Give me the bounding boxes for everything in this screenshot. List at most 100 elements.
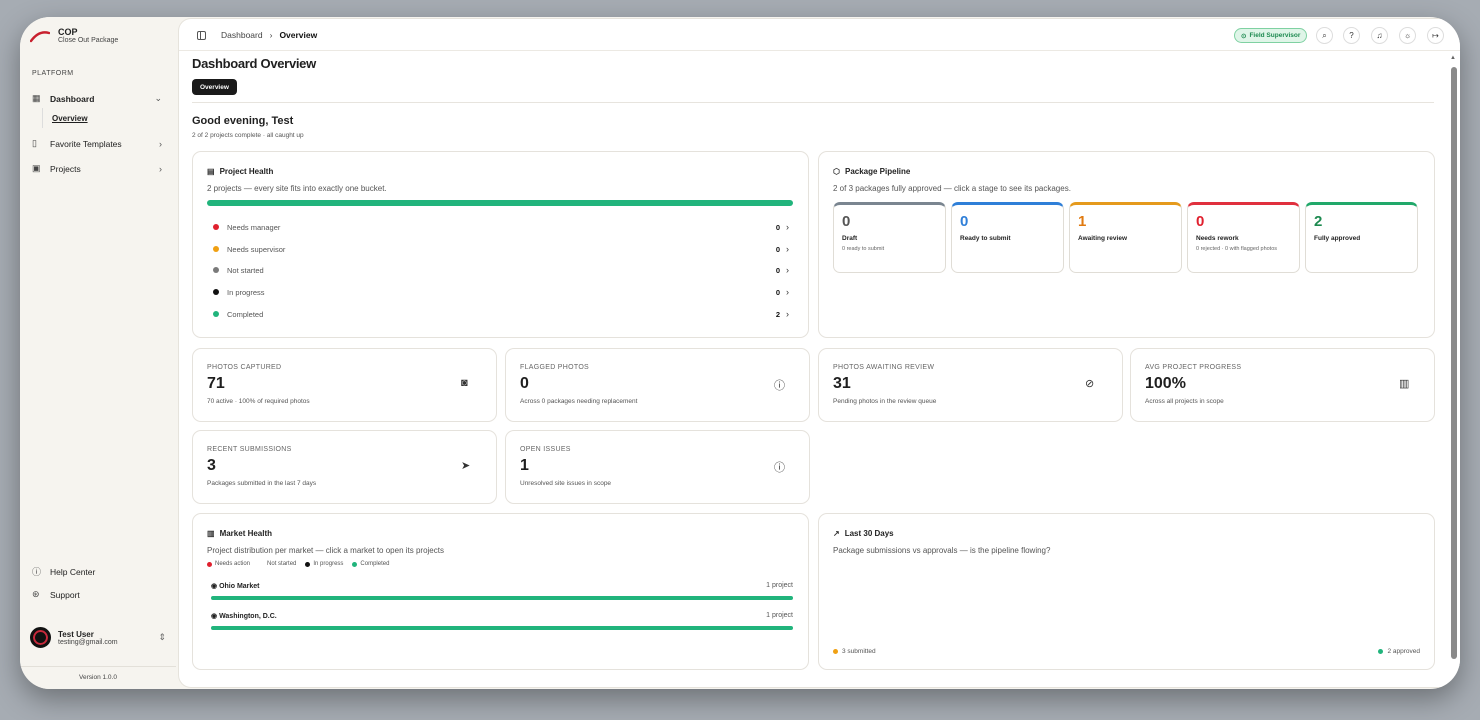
approved-label: 2 approved bbox=[1387, 648, 1420, 655]
metric-subtext: Pending photos in the review queue bbox=[833, 398, 937, 405]
health-row-in-progress[interactable]: In progress 0 › bbox=[213, 285, 789, 299]
health-row-label: Needs supervisor bbox=[227, 244, 286, 254]
submitted-label: 3 submitted bbox=[842, 648, 876, 655]
metric-subtext: Unresolved site issues in scope bbox=[520, 480, 612, 487]
scroll-up-icon[interactable]: ▲ bbox=[1450, 55, 1456, 61]
pipeline-stage-ready[interactable]: 0 Ready to submit bbox=[951, 202, 1064, 273]
legend-item: Not started bbox=[259, 561, 296, 567]
stage-label: Draft bbox=[842, 235, 858, 242]
section-label: PLATFORM bbox=[32, 70, 74, 77]
chevrons-up-down-icon: ⇕ bbox=[158, 632, 166, 642]
theme-toggle-button[interactable]: ☼ bbox=[1399, 27, 1416, 44]
sun-icon: ☼ bbox=[1403, 31, 1412, 40]
bell-icon: ♫ bbox=[1376, 31, 1383, 40]
brand-name: COP bbox=[58, 27, 78, 37]
support-link[interactable]: ⊛ Support bbox=[32, 589, 162, 600]
market-count: 1 project bbox=[766, 582, 793, 589]
metric-subtext: 70 active · 100% of required photos bbox=[207, 398, 310, 405]
sidebar-item-dashboard[interactable]: ▦ Dashboard ⌄ bbox=[32, 93, 162, 104]
bar-chart-icon: ▥ bbox=[207, 529, 215, 538]
market-row-ohio[interactable]: ◉ Ohio Market 1 project bbox=[211, 582, 793, 600]
search-icon: ⌕ bbox=[1322, 30, 1327, 40]
health-row-value: 0 bbox=[775, 222, 780, 232]
brand[interactable]: COP Close Out Package bbox=[30, 27, 118, 44]
metric-label: OPEN ISSUES bbox=[520, 446, 571, 453]
status-dot bbox=[213, 267, 219, 273]
support-label: Support bbox=[50, 589, 80, 600]
help-center-link[interactable]: ⓘ Help Center bbox=[32, 565, 162, 578]
scrollbar[interactable] bbox=[1451, 67, 1457, 659]
market-count: 1 project bbox=[766, 612, 793, 619]
pipeline-stage-awaiting[interactable]: 1 Awaiting review bbox=[1069, 202, 1182, 273]
market-row-washington[interactable]: ◉ Washington, D.C. 1 project bbox=[211, 612, 793, 630]
stage-label: Ready to submit bbox=[960, 235, 1011, 242]
help-icon: ? bbox=[1349, 31, 1354, 40]
health-row-needs-manager[interactable]: Needs manager 0 › bbox=[213, 220, 789, 234]
logout-button[interactable]: ↦ bbox=[1427, 27, 1444, 44]
health-row-not-started[interactable]: Not started 0 › bbox=[213, 263, 789, 277]
chevron-right-icon: › bbox=[159, 138, 162, 149]
notifications-button[interactable]: ♫ bbox=[1371, 27, 1388, 44]
tab-overview[interactable]: Overview bbox=[192, 79, 237, 95]
stage-label: Fully approved bbox=[1314, 235, 1361, 242]
chevron-right-icon: › bbox=[786, 222, 789, 232]
heart-pulse-icon: ▤ bbox=[207, 167, 215, 176]
metric-flagged-photos[interactable]: FLAGGED PHOTOS 0 Across 0 packages needi… bbox=[505, 348, 810, 422]
last-30-days-card: ↗ Last 30 Days Package submissions vs app… bbox=[818, 513, 1435, 670]
map-pin-icon: ◉ bbox=[211, 583, 220, 590]
search-button[interactable]: ⌕ bbox=[1316, 27, 1333, 44]
map-pin-icon: ◉ bbox=[211, 613, 220, 620]
pipeline-stage-approved[interactable]: 2 Fully approved bbox=[1305, 202, 1418, 273]
metric-recent-submissions[interactable]: RECENT SUBMISSIONS 3 Packages submitted … bbox=[192, 430, 497, 504]
user-menu[interactable]: Test User testing@gmail.com ⇕ bbox=[30, 627, 166, 648]
package-icon: ⬡ bbox=[833, 167, 840, 176]
market-bar bbox=[211, 596, 793, 600]
chevron-right-icon: › bbox=[269, 30, 273, 40]
health-row-value: 0 bbox=[775, 265, 780, 275]
metric-label: RECENT SUBMISSIONS bbox=[207, 446, 292, 453]
help-circle-icon: ⓘ bbox=[32, 567, 42, 577]
chevron-right-icon: › bbox=[786, 244, 789, 254]
health-row-label: In progress bbox=[227, 287, 265, 297]
metric-subtext: Across all projects in scope bbox=[1145, 398, 1224, 405]
metric-value: 3 bbox=[207, 457, 216, 474]
metric-avg-project-progress[interactable]: AVG PROJECT PROGRESS 100% Across all pro… bbox=[1130, 348, 1435, 422]
logo-icon bbox=[30, 30, 50, 42]
metric-value: 100% bbox=[1145, 375, 1186, 392]
help-button[interactable]: ? bbox=[1343, 27, 1360, 44]
stage-count: 2 bbox=[1314, 213, 1323, 230]
breadcrumb: Dashboard › Overview bbox=[197, 30, 317, 40]
breadcrumb-dashboard[interactable]: Dashboard bbox=[221, 30, 263, 40]
shield-check-icon: ⊙ bbox=[1241, 32, 1247, 40]
health-row-needs-supervisor[interactable]: Needs supervisor 0 › bbox=[213, 242, 789, 256]
metric-label: AVG PROJECT PROGRESS bbox=[1145, 364, 1242, 371]
health-row-completed[interactable]: Completed 2 › bbox=[213, 307, 789, 321]
sidebar-item-label: Projects bbox=[50, 163, 81, 174]
submitted-legend: 3 submitted bbox=[833, 648, 876, 655]
metric-photos-awaiting-review[interactable]: PHOTOS AWAITING REVIEW 31 Pending photos… bbox=[818, 348, 1123, 422]
page-title: Dashboard Overview bbox=[192, 56, 316, 71]
sidebar-subitem-label: Overview bbox=[52, 113, 88, 123]
sidebar-subitem-overview[interactable]: Overview bbox=[42, 108, 88, 128]
bar-chart-icon: ▥ bbox=[1399, 378, 1410, 390]
metric-open-issues[interactable]: OPEN ISSUES 1 Unresolved site issues in … bbox=[505, 430, 810, 504]
sidebar-item-favorite-templates[interactable]: ▯ Favorite Templates › bbox=[32, 138, 162, 149]
metric-label: FLAGGED PHOTOS bbox=[520, 364, 590, 371]
legend-item: Needs action bbox=[207, 561, 250, 567]
card-title: Project Health bbox=[219, 167, 274, 176]
card-description: Package submissions vs approvals — is th… bbox=[833, 546, 1051, 555]
stage-count: 1 bbox=[1078, 213, 1087, 230]
pipeline-stage-rework[interactable]: 0 Needs rework 0 rejected · 0 with flagg… bbox=[1187, 202, 1300, 273]
health-row-value: 0 bbox=[775, 287, 780, 297]
status-dot bbox=[213, 224, 219, 230]
card-title: Market Health bbox=[219, 529, 273, 538]
sidebar-item-projects[interactable]: ▣ Projects › bbox=[32, 163, 162, 174]
avatar bbox=[30, 627, 51, 648]
sidebar-toggle-icon[interactable] bbox=[197, 30, 206, 40]
metric-photos-captured[interactable]: PHOTOS CAPTURED 71 70 active · 100% of r… bbox=[192, 348, 497, 422]
health-row-value: 2 bbox=[775, 309, 780, 319]
topbar: Dashboard › Overview ⊙ Field Supervisor … bbox=[179, 19, 1460, 51]
pipeline-stage-draft[interactable]: 0 Draft 0 ready to submit bbox=[833, 202, 946, 273]
sidebar-item-label: Dashboard bbox=[50, 93, 95, 104]
stage-count: 0 bbox=[1196, 213, 1205, 230]
